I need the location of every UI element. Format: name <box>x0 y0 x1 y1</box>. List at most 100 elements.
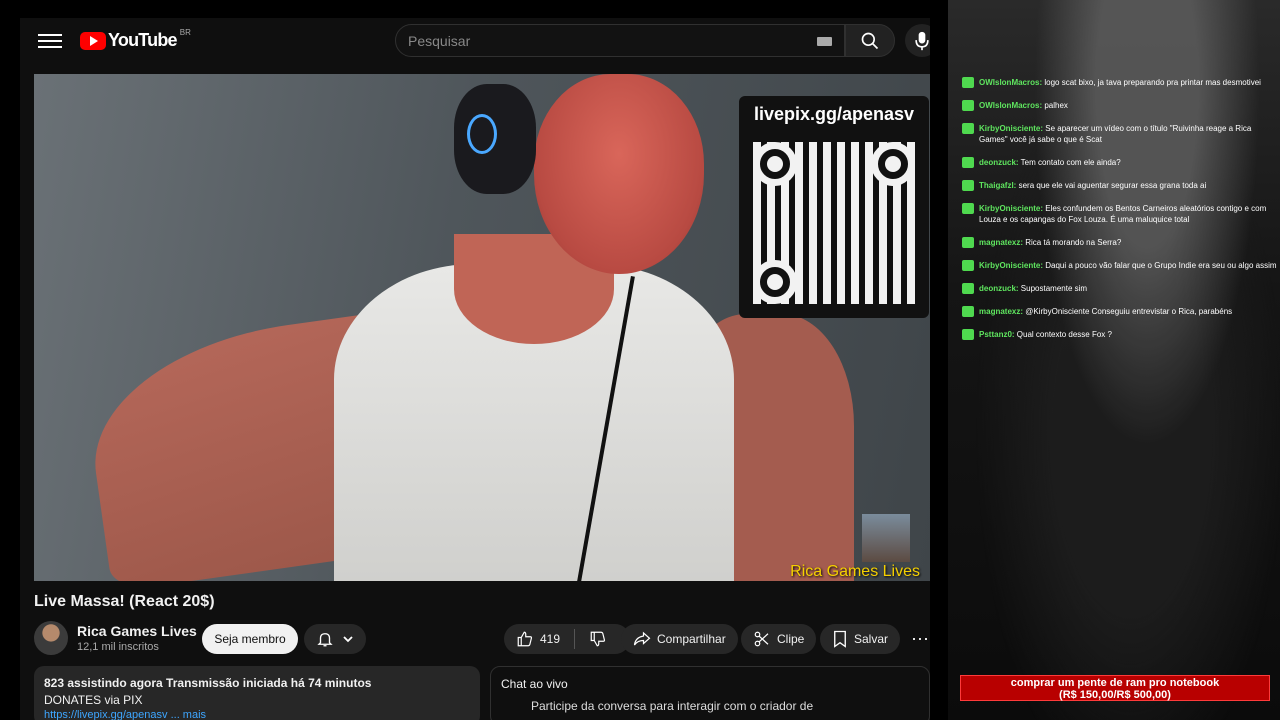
bell-icon <box>317 633 333 647</box>
notification-bell-button[interactable] <box>304 624 366 654</box>
chevron-down-icon <box>343 636 353 643</box>
chat-text: Daqui a pouco vão falar que o Grupo Indi… <box>1045 261 1277 270</box>
youtube-logo[interactable]: YouTube BR <box>80 28 191 51</box>
share-button[interactable]: Compartilhar <box>621 624 738 654</box>
chat-username: magnatexz: <box>979 307 1024 316</box>
chat-message: KirbyOnisciente: Daqui a pouco vão falar… <box>962 260 1280 271</box>
qr-overlay: livepix.gg/apenasv <box>739 96 929 318</box>
donation-goal-amount: (R$ 150,00/R$ 500,00) <box>1059 689 1171 701</box>
chat-badge-icon <box>962 260 974 271</box>
chat-username: Psttanz0: <box>979 330 1015 339</box>
chat-badge-icon <box>962 237 974 248</box>
live-chat-title: Chat ao vivo <box>501 677 568 691</box>
chat-badge-icon <box>962 180 974 191</box>
stream-chat-list: OWlslonMacros: logo scat bixo, ja tava p… <box>962 77 1280 352</box>
menu-icon[interactable] <box>38 30 62 52</box>
keyboard-icon[interactable] <box>817 37 832 46</box>
logo-text: YouTube <box>108 30 178 50</box>
qr-finder-top-left <box>753 142 797 186</box>
chat-message: KirbyOnisciente: Se aparecer um vídeo co… <box>962 123 1280 145</box>
qr-finder-top-right <box>871 142 915 186</box>
qr-code-image <box>753 142 915 304</box>
chat-username: OWlslonMacros: <box>979 78 1043 87</box>
chat-badge-icon <box>962 77 974 88</box>
donation-goal-bar: comprar um pente de ram pro notebook (R$… <box>960 675 1270 701</box>
chat-message: deonzuck: Tem contato com ele ainda? <box>962 157 1280 168</box>
chat-username: magnatexz: <box>979 238 1024 247</box>
description-link[interactable]: https://livepix.gg/apenasv ... mais <box>44 709 470 720</box>
chat-text: Supostamente sim <box>1020 284 1088 293</box>
subscriber-count: 12,1 mil inscritos <box>77 641 159 653</box>
microphone-icon <box>915 31 929 50</box>
chat-message: OWlslonMacros: logo scat bixo, ja tava p… <box>962 77 1280 88</box>
chat-username: deonzuck: <box>979 158 1019 167</box>
channel-watermark: Rica Games Lives <box>790 563 920 580</box>
search-button[interactable] <box>845 24 895 57</box>
scissors-icon <box>754 631 769 647</box>
chat-text: logo scat bixo, ja tava preparando pra p… <box>1044 78 1261 87</box>
chat-text: @KirbyOnisciente Conseguiu entrevistar o… <box>1025 307 1233 316</box>
chat-username: deonzuck: <box>979 284 1019 293</box>
search-box <box>395 24 845 57</box>
youtube-play-icon <box>80 31 106 50</box>
chat-badge-icon <box>962 203 974 214</box>
channel-name[interactable]: Rica Games Lives <box>77 623 197 639</box>
save-button[interactable]: Salvar <box>820 624 901 654</box>
chat-message: magnatexz: @KirbyOnisciente Conseguiu en… <box>962 306 1280 317</box>
chat-text: sera que ele vai aguentar segurar essa g… <box>1018 181 1207 190</box>
view-stats: 823 assistindo agora Transmissão iniciad… <box>44 676 372 690</box>
search-input[interactable] <box>408 32 788 49</box>
chat-badge-icon <box>962 283 974 294</box>
bookmark-icon <box>834 630 846 648</box>
share-label: Compartilhar <box>657 632 726 646</box>
chat-text: palhex <box>1044 101 1068 110</box>
chat-username: KirbyOnisciente: <box>979 204 1044 213</box>
video-person-head <box>534 74 704 274</box>
like-icon[interactable] <box>516 630 534 648</box>
youtube-window: YouTube BR livepix <box>20 18 930 720</box>
chat-message: OWlslonMacros: palhex <box>962 100 1280 111</box>
share-icon <box>633 631 651 646</box>
chat-text: Qual contexto desse Fox ? <box>1016 330 1112 339</box>
clip-label: Clipe <box>777 632 805 646</box>
chat-username: Thaigafzl: <box>979 181 1017 190</box>
chat-badge-icon <box>962 306 974 317</box>
description-box[interactable]: 823 assistindo agora Transmissão iniciad… <box>34 666 480 720</box>
chat-badge-icon <box>962 329 974 340</box>
voice-search-button[interactable] <box>905 24 930 57</box>
chat-badge-icon <box>962 123 974 134</box>
youtube-header: YouTube BR <box>20 18 930 64</box>
clip-button[interactable]: Clipe <box>741 624 817 654</box>
search-icon <box>861 32 879 49</box>
channel-avatar[interactable] <box>34 621 68 655</box>
like-count[interactable]: 419 <box>540 632 560 646</box>
country-code: BR <box>179 28 191 37</box>
chat-message: Psttanz0: Qual contexto desse Fox ? <box>962 329 1280 340</box>
live-chat-panel: Chat ao vivo Participe da conversa para … <box>490 666 930 720</box>
description-text: DONATES via PIX <box>44 693 143 707</box>
live-chat-prompt: Participe da conversa para interagir com… <box>531 699 814 713</box>
like-dislike-group: 419 <box>504 624 630 654</box>
save-label: Salvar <box>854 632 889 646</box>
dislike-icon[interactable] <box>589 630 607 648</box>
chat-badge-icon <box>962 157 974 168</box>
video-title: Live Massa! (React 20$) <box>34 593 215 610</box>
chat-message: deonzuck: Supostamente sim <box>962 283 1280 294</box>
donation-goal-text: comprar um pente de ram pro notebook <box>1010 677 1220 689</box>
video-player[interactable]: livepix.gg/apenasv Rica Games Lives <box>34 74 930 581</box>
chat-username: KirbyOnisciente: <box>979 124 1044 133</box>
chat-text: Rica tá morando na Serra? <box>1025 238 1122 247</box>
chat-message: KirbyOnisciente: Eles confundem os Bento… <box>962 203 1280 225</box>
join-member-button[interactable]: Seja membro <box>202 624 298 654</box>
chat-username: OWlslonMacros: <box>979 101 1043 110</box>
chat-badge-icon <box>962 100 974 111</box>
overlay-thumbnail <box>862 514 910 562</box>
chat-text: Tem contato com ele ainda? <box>1020 158 1121 167</box>
chat-username: KirbyOnisciente: <box>979 261 1044 270</box>
chat-message: Thaigafzl: sera que ele vai aguentar seg… <box>962 180 1280 191</box>
headphone-light <box>467 114 497 154</box>
more-actions-button[interactable]: ⋯ <box>905 624 930 654</box>
like-divider <box>574 629 576 649</box>
qr-caption: livepix.gg/apenasv <box>753 104 915 124</box>
stream-overlay: OWlslonMacros: logo scat bixo, ja tava p… <box>948 0 1280 720</box>
